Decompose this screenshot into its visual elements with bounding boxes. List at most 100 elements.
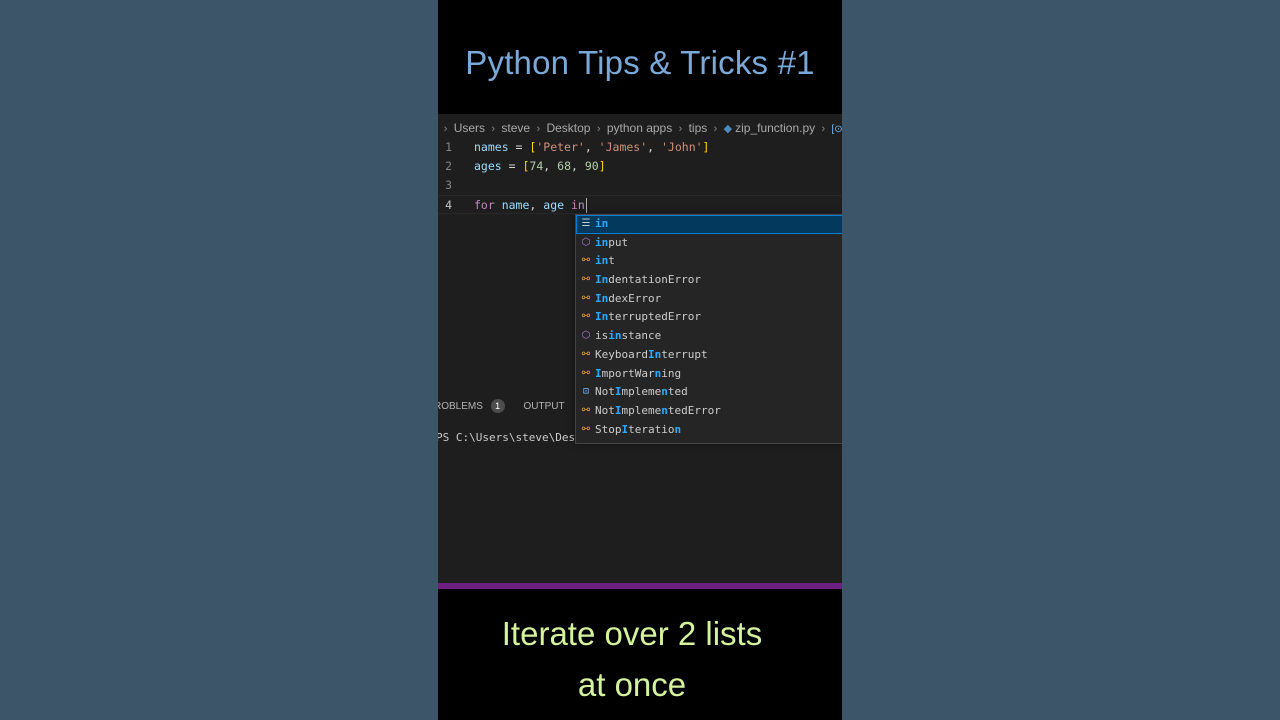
suggestion-label: ImportWarning [595,365,681,384]
match-highlight: I [595,366,602,380]
suggestion-label: InterruptedError [595,308,701,327]
breadcrumb-item-desktop[interactable]: Desktop [546,121,590,135]
variable-icon: ⊡ [582,386,590,398]
suggestion-item[interactable]: ⚯ IndentationError [576,271,842,290]
chevron-right-icon: › [443,123,448,135]
right-background [842,0,1280,720]
code-token: , [529,198,544,212]
problems-count-badge: 1 [490,399,505,413]
suggestion-item[interactable]: ⚯ InterruptedError [576,308,842,327]
suggestion-label: int [595,252,615,271]
class-icon: ⚯ [581,255,591,267]
match-highlight: n [661,403,668,417]
class-icon: ⚯ [581,292,591,304]
terminal-prompt[interactable]: PS C:\Users\steve\Deskto [438,431,595,444]
caption-line-2: at once [577,666,687,703]
label-text: is [595,329,609,343]
code-line[interactable]: 2 ages = [74, 68, 90] [438,157,842,176]
suggestion-label: KeyboardInterrupt [595,346,708,365]
code-token: 'Peter' [536,140,585,154]
class-icon: ⚯ [581,311,591,323]
code-token: age [543,198,565,212]
label-text: ted [667,385,688,399]
caption: Iterate over 2 lists at once [438,608,826,710]
code-token: = [508,140,530,154]
class-icon: ⚯ [581,367,591,379]
class-icon: ⚯ [581,423,591,435]
line-number: 1 [445,140,452,154]
label-text: tedError [667,403,721,417]
suggestion-item[interactable]: ⚯ KeyboardInterrupt [576,346,842,365]
label-text: Keyboard [595,347,648,361]
keyword-icon: ☰ [581,218,591,229]
code-line[interactable]: 3 [438,176,842,195]
autocomplete-suggestions[interactable]: ☰ in ⬡ input ⚯ int ⚯ IndentationError ⚯ IndexErro… [575,214,842,444]
label-text: Not [595,385,615,399]
suggestion-item[interactable]: ⚯ ImportWarning [576,365,842,384]
line-number: 2 [445,159,452,173]
suggestion-label: in [595,215,608,234]
match-highlight: In [647,347,662,361]
code-line[interactable]: 4 for name, age in [438,195,842,214]
label-text: stance [621,329,662,343]
breadcrumb-item-python-apps[interactable]: python apps [607,121,672,135]
label-text: t [608,254,615,268]
suggestion-item[interactable]: ⚯ StopIteration [576,421,842,440]
label-text: mpleme [621,385,662,399]
code-token: 'John' [661,140,703,154]
code-token: , [543,159,558,173]
suggestion-item[interactable]: ⬡ input [576,234,842,253]
accent-bar [438,583,842,589]
code-token: 90 [584,159,599,173]
panel-tabs: ROBLEMS 1 OUTPUT [438,399,565,413]
python-file-icon: ◆ [723,123,733,135]
match-highlight: in [595,254,609,268]
code-token: ] [598,159,606,173]
breadcrumb-item-users[interactable]: Users [454,121,485,135]
code-editor[interactable]: : › Users › steve › Desktop › python app… [438,114,842,588]
breadcrumb-item-tips[interactable]: tips [689,121,708,135]
line-content[interactable]: for name, age in [474,196,587,215]
suggestion-item[interactable]: ⬡ isinstance [576,327,842,346]
code-token: ] [702,140,710,154]
code-token: names [474,140,509,154]
code-token: ages [474,159,502,173]
match-highlight: In [595,273,609,287]
line-number: 4 [445,198,452,212]
suggestion-item[interactable]: ⚯ NotImplementedError [576,402,842,421]
suggestion-label: StopIteration [595,421,681,440]
left-background [0,0,438,720]
chevron-right-icon: › [821,123,826,135]
code-lines[interactable]: 1 names = ['Peter', 'James', 'John'] 2 ages… [438,138,842,214]
code-line[interactable]: 1 names = ['Peter', 'James', 'John'] [438,138,842,157]
label-text: put [608,235,629,249]
suggestion-item[interactable]: ⚯ int [576,252,842,271]
suggestion-item[interactable]: ⊡ NotImplemented [576,383,842,402]
code-token: = [501,159,523,173]
suggestion-label: isinstance [595,327,661,346]
tab-output[interactable]: OUTPUT [523,401,564,412]
breadcrumb-item-steve[interactable]: steve [501,121,530,135]
class-icon: ⚯ [581,274,591,286]
class-icon: ⚯ [581,348,591,360]
match-highlight: in [608,329,622,343]
match-highlight: n [661,385,668,399]
code-token: 74 [529,159,544,173]
code-token: for [474,198,495,212]
line-number: 3 [445,178,452,192]
video-frame: Python Tips & Tricks #1 : › Users › stev… [438,0,842,720]
suggestion-item[interactable]: ☰ in [576,215,842,234]
label-text: teratio [628,422,675,436]
suggestion-item[interactable]: ⚯ IndexError [576,290,842,309]
line-content[interactable]: ages = [74, 68, 90] [474,157,606,176]
text-cursor [585,198,587,213]
line-content[interactable]: names = ['Peter', 'James', 'John'] [474,138,709,157]
tab-problems[interactable]: ROBLEMS [438,401,483,412]
code-token: , [647,140,661,154]
chevron-right-icon: › [678,123,683,135]
suggestion-label: input [595,234,628,253]
suggestion-label: IndentationError [595,271,701,290]
match-highlight: In [595,310,609,324]
label-text: ing [661,366,682,380]
breadcrumb-item-file[interactable]: zip_function.py [735,121,815,135]
